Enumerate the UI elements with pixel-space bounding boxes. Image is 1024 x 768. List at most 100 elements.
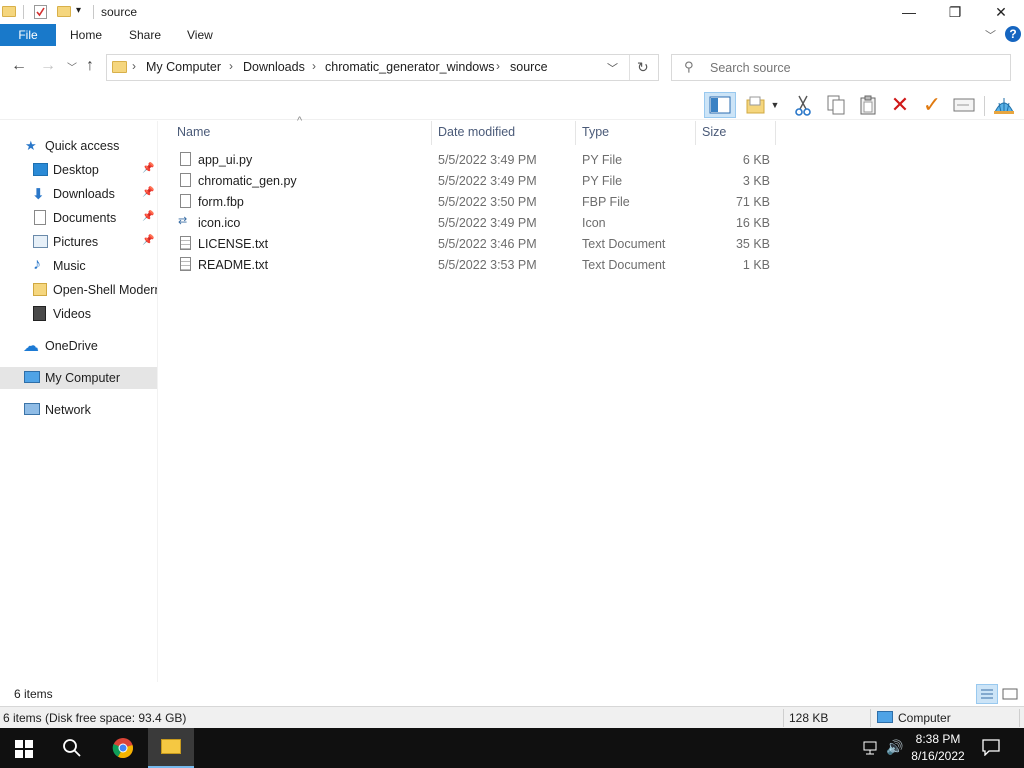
- picture-icon: [33, 235, 48, 248]
- table-row[interactable]: README.txt 5/5/2022 3:53 PM Text Documen…: [176, 255, 776, 276]
- navigation-pane-toggle-button[interactable]: [704, 92, 736, 118]
- search-box[interactable]: ⚲: [671, 54, 1011, 81]
- video-icon: [33, 306, 46, 321]
- pane-splitter[interactable]: [157, 121, 158, 682]
- nav-item-label: Quick access: [45, 139, 120, 153]
- column-divider[interactable]: [575, 121, 576, 145]
- paste-icon[interactable]: [854, 92, 882, 118]
- breadcrumb-chevron-icon[interactable]: ›: [132, 59, 136, 73]
- large-icons-view-button[interactable]: [1000, 685, 1020, 703]
- back-arrow-icon[interactable]: ←: [11, 57, 27, 75]
- file-date: 5/5/2022 3:53 PM: [438, 258, 537, 272]
- tab-share[interactable]: Share: [129, 24, 161, 46]
- title-bar: ▾ source — ❐ ✕: [0, 0, 1024, 24]
- refresh-icon[interactable]: ↻: [637, 59, 649, 76]
- maximize-button[interactable]: ❐: [932, 0, 978, 24]
- nav-item-open-shell-modern[interactable]: Open-Shell Modern: [0, 279, 157, 301]
- cut-icon[interactable]: [789, 92, 817, 118]
- tab-file[interactable]: File: [0, 24, 56, 46]
- recent-locations-chevron-down-icon[interactable]: ﹀: [67, 59, 77, 74]
- column-header-date-modified[interactable]: Date modified: [438, 125, 515, 139]
- download-arrow-icon: ⬇: [32, 186, 45, 203]
- nav-item-music[interactable]: ♪ Music: [0, 255, 157, 277]
- star-icon: ★: [25, 138, 37, 153]
- pin-icon[interactable]: 📌: [142, 235, 154, 246]
- column-header-size[interactable]: Size: [702, 125, 726, 139]
- nav-item-my-computer[interactable]: My Computer: [0, 367, 157, 389]
- chrome-icon[interactable]: [112, 737, 134, 762]
- delete-icon[interactable]: ✕: [886, 92, 914, 118]
- column-divider[interactable]: [431, 121, 432, 145]
- column-header-type[interactable]: Type: [582, 125, 609, 139]
- help-icon[interactable]: ?: [1005, 26, 1021, 42]
- nav-item-desktop[interactable]: Desktop 📌: [0, 159, 157, 181]
- table-row[interactable]: chromatic_gen.py 5/5/2022 3:49 PM PY Fil…: [176, 171, 776, 192]
- nav-item-onedrive[interactable]: ☁ OneDrive: [0, 335, 157, 357]
- nav-item-downloads[interactable]: ⬇ Downloads 📌: [0, 183, 157, 205]
- tab-view[interactable]: View: [187, 24, 213, 46]
- up-arrow-icon[interactable]: ↑: [86, 57, 94, 75]
- notifications-icon[interactable]: [982, 738, 1000, 759]
- sort-ascending-chevron-up-icon[interactable]: ^: [297, 115, 302, 127]
- minimize-button[interactable]: —: [886, 0, 932, 24]
- breadcrumb-source[interactable]: source: [510, 60, 548, 74]
- new-folder-icon[interactable]: [57, 4, 71, 19]
- table-row[interactable]: form.fbp 5/5/2022 3:50 PM FBP File 71 KB: [176, 192, 776, 213]
- new-folder-icon[interactable]: [742, 92, 770, 118]
- address-history-chevron-down-icon[interactable]: ﹀: [607, 60, 618, 76]
- divider: [870, 709, 871, 727]
- address-bar[interactable]: › My Computer › Downloads › chromatic_ge…: [106, 54, 659, 81]
- checkmark-icon[interactable]: ✓: [918, 92, 946, 118]
- pin-icon[interactable]: 📌: [142, 187, 154, 198]
- ribbon-tabs: File Home Share View ﹀ ?: [0, 24, 1024, 46]
- search-input[interactable]: [710, 59, 1000, 76]
- column-divider[interactable]: [775, 121, 776, 145]
- forward-arrow-icon[interactable]: →: [40, 57, 56, 75]
- properties-icon[interactable]: [34, 4, 47, 19]
- copy-icon[interactable]: [822, 92, 850, 118]
- nav-item-network[interactable]: Network: [0, 399, 157, 421]
- divider: [629, 55, 630, 80]
- breadcrumb-chromatic-generator-windows[interactable]: chromatic_generator_windows: [325, 60, 495, 74]
- file-list: ^ Name Date modified Type Size app_ui.py…: [170, 115, 1024, 681]
- file-name: app_ui.py: [198, 153, 253, 167]
- open-shell-settings-icon[interactable]: [990, 92, 1018, 118]
- file-date: 5/5/2022 3:49 PM: [438, 153, 537, 167]
- customize-quick-access-dropdown-icon[interactable]: ▾: [76, 5, 88, 20]
- file-explorer-taskbar-button[interactable]: [148, 728, 194, 768]
- pin-icon[interactable]: 📌: [142, 211, 154, 222]
- text-file-icon: [180, 257, 191, 271]
- file-type: PY File: [582, 153, 623, 167]
- icon-file-icon: ⇄: [178, 215, 188, 227]
- clock-time[interactable]: 8:38 PM: [906, 732, 970, 746]
- breadcrumb-chevron-icon[interactable]: ›: [312, 59, 316, 73]
- rename-icon[interactable]: [950, 92, 978, 118]
- nav-item-pictures[interactable]: Pictures 📌: [0, 231, 157, 253]
- search-icon[interactable]: [62, 738, 82, 761]
- table-row[interactable]: app_ui.py 5/5/2022 3:49 PM PY File 6 KB: [176, 150, 776, 171]
- nav-item-quick-access[interactable]: ★ Quick access: [0, 135, 157, 157]
- windows-start-icon[interactable]: [15, 740, 33, 761]
- new-folder-dropdown-chevron-down-icon[interactable]: ▼: [768, 92, 782, 118]
- pin-icon[interactable]: 📌: [142, 163, 154, 174]
- nav-item-documents[interactable]: Documents 📌: [0, 207, 157, 229]
- column-divider[interactable]: [695, 121, 696, 145]
- column-header-name[interactable]: Name: [177, 125, 210, 139]
- table-row[interactable]: LICENSE.txt 5/5/2022 3:46 PM Text Docume…: [176, 234, 776, 255]
- close-button[interactable]: ✕: [978, 0, 1024, 24]
- navigation-pane: ★ Quick access Desktop 📌 ⬇ Downloads 📌 D…: [0, 121, 157, 704]
- network-tray-icon[interactable]: [862, 740, 880, 759]
- file-date: 5/5/2022 3:46 PM: [438, 237, 537, 251]
- breadcrumb-downloads[interactable]: Downloads: [243, 60, 305, 74]
- details-view-button[interactable]: [976, 684, 998, 704]
- breadcrumb-chevron-icon[interactable]: ›: [496, 59, 500, 73]
- table-row[interactable]: ⇄ icon.ico 5/5/2022 3:49 PM Icon 16 KB: [176, 213, 776, 234]
- breadcrumb-chevron-icon[interactable]: ›: [229, 59, 233, 73]
- clock-date[interactable]: 8/16/2022: [906, 749, 970, 763]
- breadcrumb-my-computer[interactable]: My Computer: [146, 60, 221, 74]
- volume-icon[interactable]: 🔊: [886, 739, 903, 756]
- expand-ribbon-icon[interactable]: ﹀: [985, 27, 996, 43]
- tab-home[interactable]: Home: [70, 24, 102, 46]
- nav-item-videos[interactable]: Videos: [0, 303, 157, 325]
- file-date: 5/5/2022 3:49 PM: [438, 216, 537, 230]
